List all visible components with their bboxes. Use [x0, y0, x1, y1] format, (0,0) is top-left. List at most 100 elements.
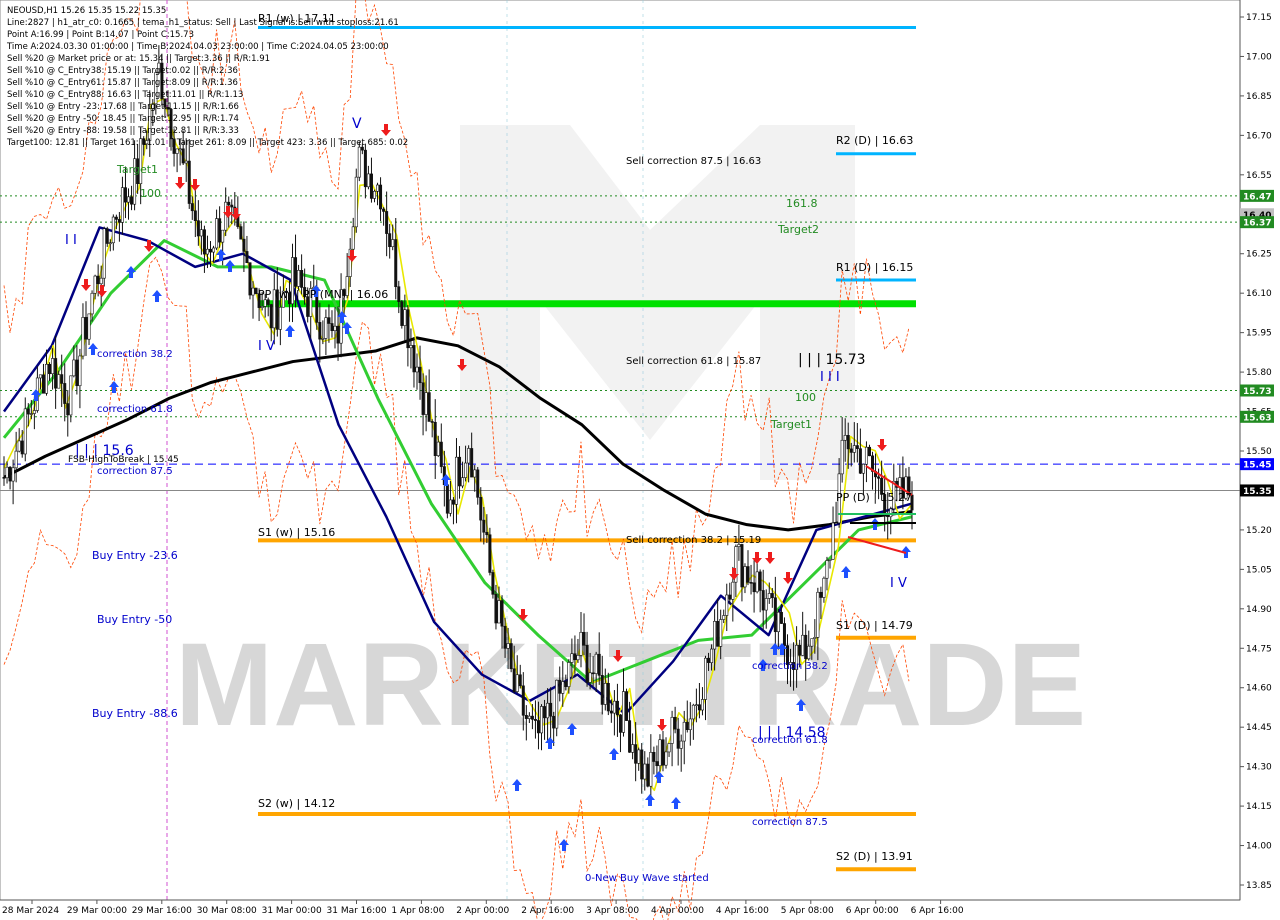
candle-body	[327, 317, 331, 324]
candle-body	[540, 706, 544, 734]
candle-body	[521, 685, 525, 716]
candle-body	[524, 714, 528, 719]
candle-body	[2, 477, 6, 479]
candle-body	[96, 275, 100, 285]
candle-body	[391, 239, 395, 248]
x-tick-label: 31 Mar 16:00	[327, 906, 387, 916]
candle-body	[697, 704, 701, 711]
price-chart[interactable]: MARKETTRADE R1 (w) | 17.11 R2 (D) | 16.6…	[0, 0, 1280, 920]
candle-body	[819, 591, 823, 598]
candle-body	[533, 719, 537, 721]
x-tick-label: 31 Mar 00:00	[262, 906, 322, 916]
candle-body	[32, 410, 36, 414]
candle-body	[445, 484, 449, 514]
x-tick-label: 2 Apr 00:00	[456, 906, 509, 916]
candle-body	[536, 720, 540, 734]
candle-body	[631, 744, 635, 753]
candle-body	[464, 462, 468, 478]
y-tick-label: 16.85	[1246, 92, 1272, 102]
candle-body	[111, 216, 115, 244]
level-pp-label: PP (w) | PP (MN) | 16.06	[258, 288, 388, 301]
info-line: Target100: 12.81 || Target 161: 11.01 ||…	[6, 138, 408, 148]
candle-body	[388, 233, 392, 248]
candle-body	[573, 653, 577, 661]
candle-body	[606, 683, 610, 712]
candle-body	[746, 566, 750, 583]
candle-body	[394, 239, 398, 288]
candle-body	[199, 229, 203, 237]
candle-body	[14, 450, 18, 469]
candle-body	[357, 146, 361, 178]
wave-iv-left: I V	[258, 339, 275, 354]
candle-body	[81, 317, 85, 357]
candle-body	[409, 345, 413, 349]
new-buy-wave: 0-New Buy Wave started	[585, 873, 709, 884]
candle-body	[713, 621, 717, 650]
candle-body	[181, 148, 185, 164]
candle-body	[48, 363, 52, 375]
candle-body	[728, 594, 732, 600]
candle-body	[11, 467, 15, 482]
info-line: Sell %10 @ Entry -23: 17.68 || Target:11…	[7, 102, 239, 112]
candle-body	[403, 309, 407, 326]
candle-body	[330, 323, 334, 331]
candle-body	[51, 358, 55, 375]
candle-body	[889, 508, 893, 518]
candle-body	[594, 653, 598, 674]
candle-body	[41, 374, 45, 394]
candle-body	[196, 220, 200, 237]
corr382-right: correction 38.2	[752, 661, 828, 672]
y-tick-label: 14.60	[1246, 684, 1272, 694]
x-tick-label: 2 Apr 16:00	[521, 906, 574, 916]
candle-body	[451, 499, 455, 505]
candle-body	[397, 286, 401, 302]
candle-body	[527, 715, 531, 719]
info-line: NEOUSD,H1 15.26 15.35 15.22 15.35	[7, 6, 166, 16]
candle-body	[212, 247, 216, 253]
candle-body	[78, 355, 82, 387]
candle-body	[649, 752, 653, 787]
candle-body	[433, 421, 437, 456]
candle-body	[752, 582, 756, 593]
info-line: Sell %10 @ C_Entry38: 15.19 || Target:0.…	[7, 66, 238, 76]
candle-body	[120, 187, 124, 223]
candle-body	[512, 668, 516, 692]
y-tick-label: 15.50	[1246, 447, 1272, 457]
candle-body	[318, 322, 322, 340]
candle-body	[406, 309, 410, 349]
x-tick-label: 4 Apr 16:00	[716, 906, 769, 916]
candle-body	[700, 699, 704, 711]
fib-100-right: 100	[795, 391, 816, 404]
candle-body	[722, 615, 726, 620]
fib-100-left: 100	[140, 187, 161, 200]
corr875-right: correction 87.5	[752, 817, 828, 828]
candle-body	[45, 363, 49, 394]
candle-body	[376, 184, 380, 192]
candle-body	[506, 643, 510, 649]
x-tick-label: 1 Apr 08:00	[391, 906, 444, 916]
candle-body	[467, 448, 471, 464]
corr618-right: correction 61.8	[752, 735, 828, 746]
candle-body	[749, 582, 753, 584]
candle-body	[810, 638, 814, 647]
candle-body	[597, 653, 601, 676]
wave-label-top: | | | 15.73	[798, 352, 866, 368]
candle-body	[740, 544, 744, 588]
candle-body	[278, 306, 282, 330]
wave-iv-right: I V	[890, 576, 907, 591]
candle-body	[719, 619, 723, 647]
corr875-left: correction 87.5	[97, 466, 173, 477]
candle-body	[385, 211, 389, 234]
candle-body	[509, 643, 513, 670]
candle-body	[400, 301, 404, 326]
candle-body	[676, 728, 680, 749]
y-tick-label: 14.75	[1246, 644, 1272, 654]
candle-body	[770, 593, 774, 599]
candle-body	[576, 655, 580, 661]
candle-body	[60, 374, 64, 384]
candle-body	[294, 257, 298, 287]
candle-body	[543, 706, 547, 719]
y-tick-label: 14.15	[1246, 802, 1272, 812]
candle-body	[497, 600, 501, 624]
candle-body	[825, 560, 829, 579]
